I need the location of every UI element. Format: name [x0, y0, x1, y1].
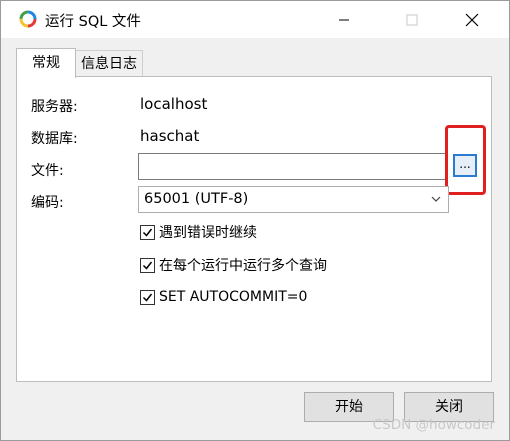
multiple-queries-option[interactable]: 在每个运行中运行多个查询	[140, 256, 327, 274]
close-icon	[465, 13, 479, 26]
run-sql-file-dialog: 运行 SQL 文件 常规 信息日志 服务器: localhost 数据库: ha…	[0, 0, 510, 441]
database-label: 数据库:	[31, 131, 78, 147]
minimize-button[interactable]	[321, 1, 367, 38]
checkmark-icon	[142, 228, 153, 237]
window-title: 运行 SQL 文件	[45, 14, 141, 30]
autocommit-checkbox[interactable]	[140, 289, 155, 305]
colorful-ring-app-icon	[19, 10, 37, 28]
autocommit-option[interactable]: SET AUTOCOMMIT=0	[140, 288, 307, 306]
maximize-icon	[406, 14, 418, 25]
encoding-select[interactable]: 65001 (UTF-8)	[138, 186, 449, 213]
watermark-text: CSDN @howcoder	[372, 417, 495, 433]
close-window-button[interactable]	[449, 1, 495, 38]
checkmark-icon	[142, 293, 153, 302]
continue-on-error-label: 遇到错误时继续	[159, 225, 257, 241]
minimize-icon	[339, 19, 349, 20]
server-value: localhost	[140, 95, 208, 113]
encoding-selected-value: 65001 (UTF-8)	[144, 191, 249, 207]
red-highlight-annotation	[445, 125, 486, 195]
continue-on-error-checkbox[interactable]	[140, 224, 155, 240]
autocommit-label: SET AUTOCOMMIT=0	[159, 289, 308, 305]
encoding-label: 编码:	[31, 195, 64, 211]
database-value: haschat	[140, 127, 200, 145]
multiple-queries-label: 在每个运行中运行多个查询	[159, 258, 327, 274]
continue-on-error-option[interactable]: 遇到错误时继续	[140, 223, 257, 241]
title-bar: 运行 SQL 文件	[1, 1, 509, 38]
tab-message-log[interactable]: 信息日志	[75, 50, 143, 76]
server-label: 服务器:	[31, 99, 78, 115]
checkmark-icon	[142, 261, 153, 270]
chevron-down-icon	[431, 196, 441, 202]
file-path-input[interactable]	[138, 153, 446, 180]
maximize-button[interactable]	[389, 1, 435, 38]
tab-general[interactable]: 常规	[16, 48, 76, 78]
file-label: 文件:	[31, 163, 64, 179]
multiple-queries-checkbox[interactable]	[140, 257, 155, 273]
